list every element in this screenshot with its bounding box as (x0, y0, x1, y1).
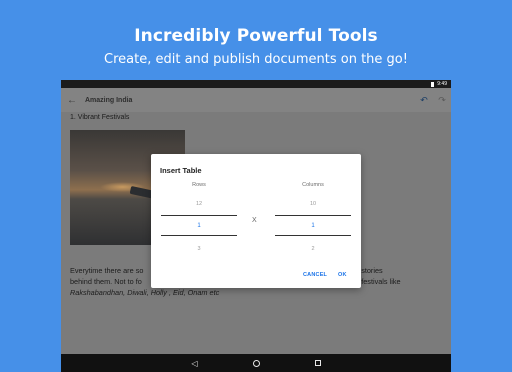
rows-divider-top (161, 215, 237, 216)
promo-subtitle: Create, edit and publish documents on th… (104, 52, 408, 67)
cancel-button[interactable]: CANCEL (303, 272, 327, 278)
insert-table-dialog: Insert Table Rows 12 1 3 X Columns 10 1 … (151, 154, 361, 288)
rows-divider-bottom (161, 235, 237, 236)
dialog-title: Insert Table (160, 166, 202, 175)
rows-picker[interactable]: 1 (161, 223, 237, 229)
home-circle-icon[interactable] (252, 359, 260, 367)
para-line1-left: Everytime there are so (70, 266, 144, 275)
cols-divider-bottom (275, 235, 351, 236)
columns-label: Columns (302, 182, 324, 188)
rows-label: Rows (192, 182, 206, 188)
status-time: 9:49 (437, 81, 447, 87)
para-line2-left: behind them. Not to fo (70, 277, 142, 286)
cols-below-value[interactable]: 2 (275, 246, 351, 252)
cols-above-value[interactable]: 10 (275, 201, 351, 207)
undo-icon[interactable]: ↶ (415, 95, 433, 106)
section-heading: 1. Vibrant Festivals (70, 114, 130, 121)
status-bar: 9:49 (61, 80, 451, 88)
arrow-left-icon[interactable]: ← (61, 95, 83, 106)
nav-bar: ◁ (61, 354, 451, 372)
columns-picker[interactable]: 1 (275, 223, 351, 229)
app-bar: ← Amazing India ↶ ↷ (61, 88, 451, 112)
para-line3: Rakshabandhan, Diwali, Holly , Eid, Onam… (70, 288, 220, 297)
promo-title: Incredibly Powerful Tools (134, 26, 378, 46)
cols-divider-top (275, 215, 351, 216)
battery-icon (431, 81, 435, 87)
back-triangle-icon[interactable]: ◁ (191, 359, 197, 368)
recents-square-icon[interactable] (314, 360, 321, 366)
document-title: Amazing India (85, 96, 133, 104)
redo-icon[interactable]: ↷ (433, 95, 451, 106)
times-label: X (252, 217, 257, 224)
rows-below-value[interactable]: 3 (161, 246, 237, 252)
rows-above-value[interactable]: 12 (161, 201, 237, 207)
ok-button[interactable]: OK (338, 272, 347, 278)
